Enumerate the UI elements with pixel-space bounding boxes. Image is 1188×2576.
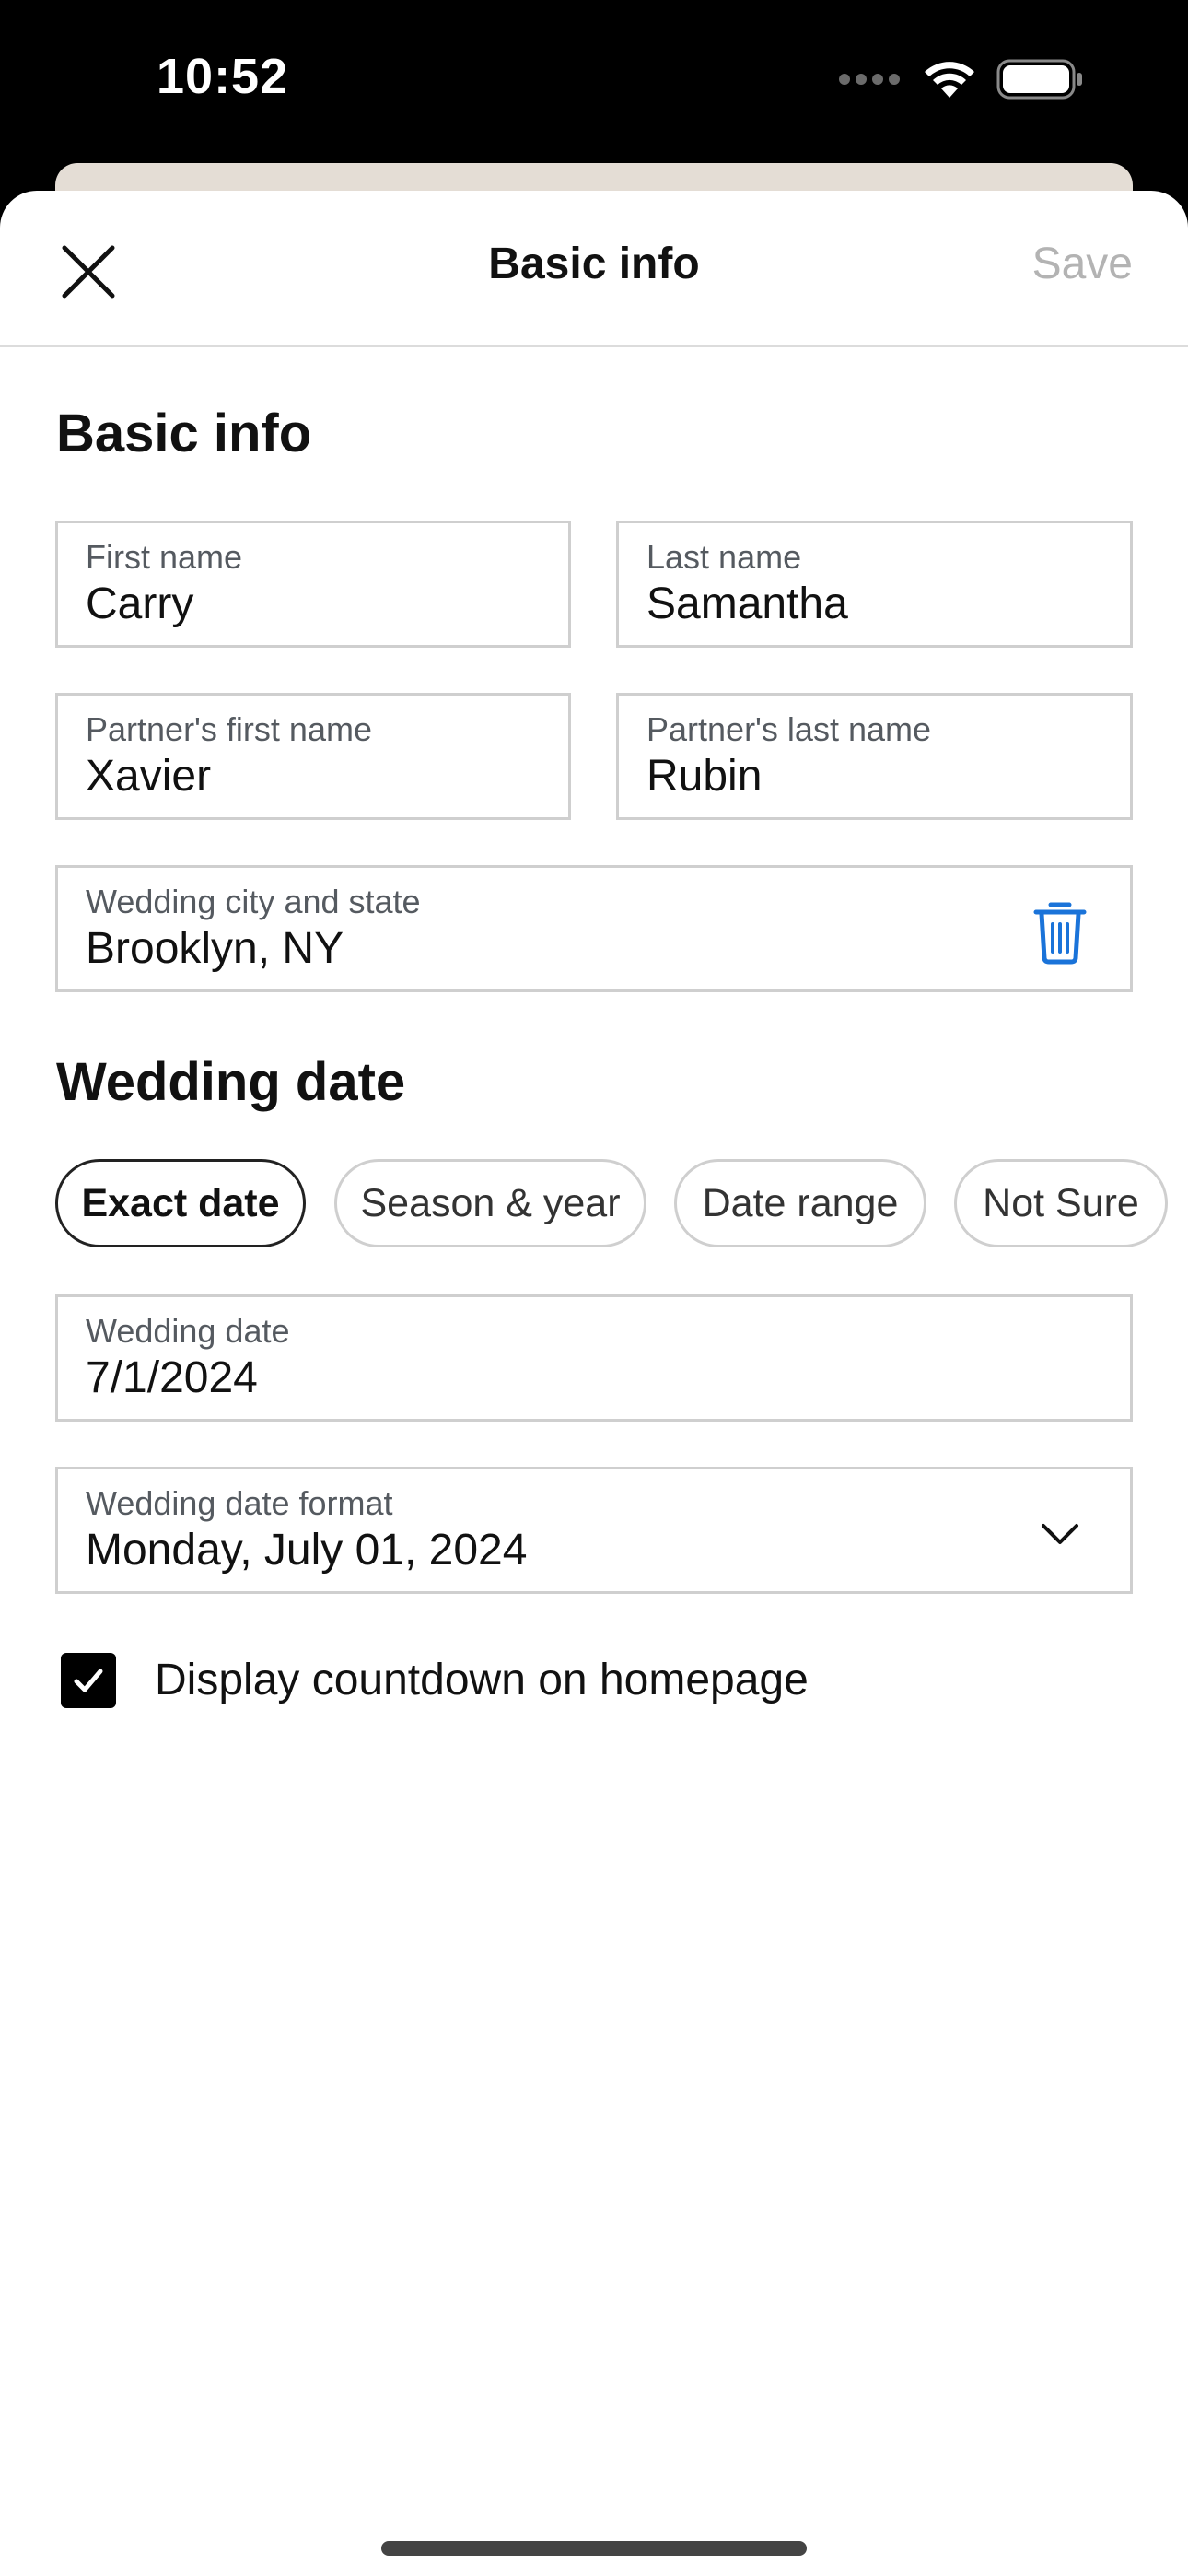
wedding-date-format-select[interactable]: Wedding date format Monday, July 01, 202… (55, 1467, 1133, 1594)
save-button[interactable]: Save (1032, 239, 1133, 289)
field-label: First name (86, 538, 243, 576)
chip-date-range[interactable]: Date range (674, 1159, 926, 1247)
page-title: Basic info (488, 240, 700, 288)
field-label: Last name (646, 538, 802, 576)
trash-icon (1033, 902, 1087, 965)
partner-last-name-field[interactable]: Partner's last name Rubin (616, 693, 1133, 820)
status-icons (838, 59, 1085, 100)
nav-bar: Basic info Save (0, 191, 1188, 347)
field-value: Monday, July 01, 2024 (86, 1526, 528, 1575)
field-label: Partner's first name (86, 710, 372, 748)
chip-not-sure[interactable]: Not Sure (954, 1159, 1168, 1247)
field-label: Wedding city and state (86, 883, 421, 920)
field-label: Wedding date (86, 1312, 290, 1350)
countdown-label[interactable]: Display countdown on homepage (155, 1655, 809, 1705)
field-value: 7/1/2024 (86, 1353, 258, 1402)
field-value: Rubin (646, 752, 763, 801)
field-value: Xavier (86, 752, 212, 801)
dropdown-toggle[interactable] (1036, 1510, 1084, 1558)
countdown-checkbox[interactable] (61, 1653, 116, 1708)
signal-icon (839, 74, 900, 85)
field-value: Brooklyn, NY (86, 924, 344, 973)
wedding-city-state-field[interactable]: Wedding city and state Brooklyn, NY (55, 865, 1133, 992)
first-name-field[interactable]: First name Carry (55, 521, 571, 648)
wifi-icon (925, 62, 974, 98)
home-indicator[interactable] (381, 2541, 807, 2556)
last-name-field[interactable]: Last name Samantha (616, 521, 1133, 648)
basic-info-heading: Basic info (56, 404, 312, 463)
delete-location-button[interactable] (1031, 899, 1089, 966)
field-label: Partner's last name (646, 710, 932, 748)
field-value: Samantha (646, 580, 848, 628)
wedding-date-field[interactable]: Wedding date 7/1/2024 (55, 1294, 1133, 1422)
status-time: 10:52 (157, 49, 289, 104)
wedding-date-heading: Wedding date (56, 1052, 406, 1112)
checkmark-icon (74, 1669, 103, 1692)
chip-season-year[interactable]: Season & year (334, 1159, 646, 1247)
partner-first-name-field[interactable]: Partner's first name Xavier (55, 693, 571, 820)
field-value: Carry (86, 580, 194, 628)
field-label: Wedding date format (86, 1484, 393, 1522)
chip-exact-date[interactable]: Exact date (55, 1159, 306, 1247)
battery-icon (996, 59, 1082, 100)
chevron-down-icon (1042, 1524, 1078, 1544)
status-bar: 10:52 (0, 0, 1188, 166)
